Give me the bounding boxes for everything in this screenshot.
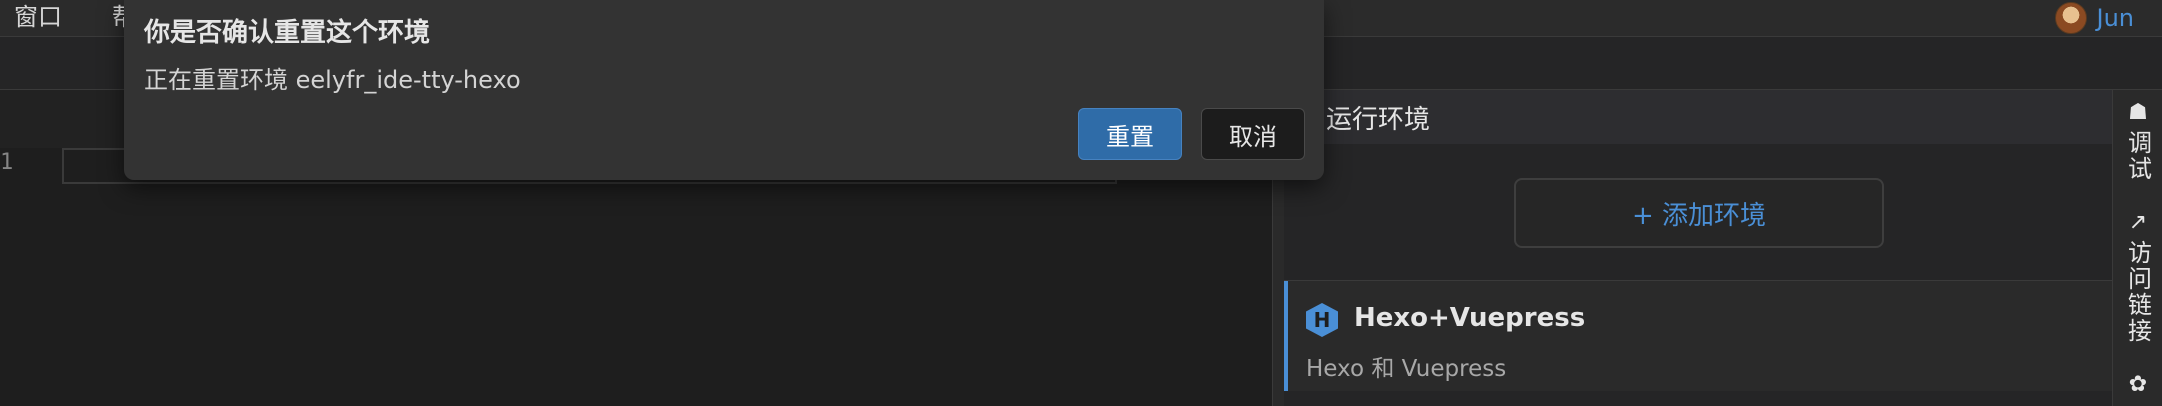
environment-panel: 运行环境 + 添加环境 H Hexo+Vuepress Hexo 和 Vuepr… bbox=[1284, 90, 2112, 406]
activity-label-access-link: 访问链接 bbox=[2123, 240, 2152, 344]
debug-icon: ☗ bbox=[2128, 100, 2148, 125]
activity-label-debug: 调试 bbox=[2123, 130, 2152, 182]
activity-access-link[interactable]: ↗ 访问链接 bbox=[2113, 210, 2162, 345]
external-link-icon: ↗ bbox=[2128, 210, 2148, 235]
activity-cluster[interactable]: ✿ bbox=[2113, 374, 2162, 396]
panel-header: 运行环境 bbox=[1284, 90, 2112, 144]
reset-confirm-dialog: 你是否确认重置这个环境 正在重置环境 eelyfr_ide-tty-hexo 重… bbox=[124, 0, 1324, 180]
line-number: 1 bbox=[0, 150, 14, 175]
cluster-icon: ✿ bbox=[2128, 372, 2148, 397]
environment-name: Hexo+Vuepress bbox=[1354, 303, 1586, 333]
panel-title: 运行环境 bbox=[1326, 104, 1431, 135]
activity-debug[interactable]: ☗ 调试 bbox=[2113, 100, 2162, 183]
activity-bar: ☗ 调试 ↗ 访问链接 ✿ bbox=[2112, 90, 2162, 406]
avatar bbox=[2054, 2, 2087, 34]
user-name: Jun bbox=[2096, 4, 2135, 32]
add-environment-button[interactable]: + 添加环境 bbox=[1514, 178, 1884, 248]
hexo-icon: H bbox=[1306, 303, 1338, 337]
menu-item-window[interactable]: 窗口 bbox=[14, 0, 62, 36]
environment-card[interactable]: H Hexo+Vuepress Hexo 和 Vuepress bbox=[1284, 281, 2112, 391]
reset-button[interactable]: 重置 bbox=[1078, 108, 1182, 160]
dialog-title: 你是否确认重置这个环境 bbox=[144, 18, 431, 48]
cancel-button[interactable]: 取消 bbox=[1201, 108, 1305, 160]
environment-description: Hexo 和 Vuepress bbox=[1306, 356, 1507, 382]
user-menu[interactable]: Jun bbox=[2054, 0, 2135, 36]
dialog-message: 正在重置环境 eelyfr_ide-tty-hexo bbox=[144, 66, 521, 94]
